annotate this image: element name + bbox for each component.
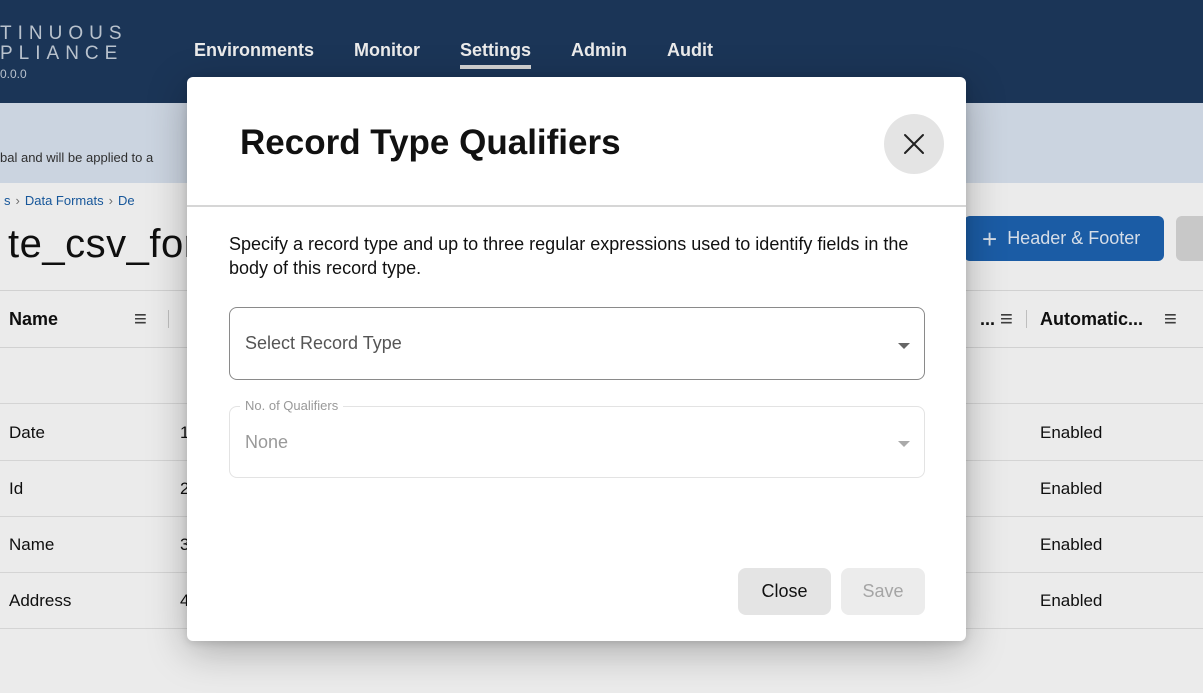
- record-type-select[interactable]: Select Record Type: [229, 307, 925, 380]
- close-icon: [904, 134, 924, 154]
- chevron-down-icon: [898, 343, 910, 349]
- record-type-qualifiers-dialog: Record Type Qualifiers Specify a record …: [187, 77, 966, 641]
- close-button[interactable]: Close: [738, 568, 831, 615]
- qualifiers-label: No. of Qualifiers: [240, 398, 344, 413]
- qualifiers-value: None: [245, 432, 289, 452]
- record-type-placeholder: Select Record Type: [245, 333, 402, 353]
- dialog-header: Record Type Qualifiers: [187, 77, 966, 207]
- close-dialog-button[interactable]: [884, 114, 944, 174]
- dialog-title: Record Type Qualifiers: [240, 123, 621, 162]
- dialog-description: Specify a record type and up to three re…: [229, 234, 909, 278]
- qualifiers-select[interactable]: No. of Qualifiers None: [229, 398, 925, 478]
- chevron-down-icon: [898, 441, 910, 447]
- save-button[interactable]: Save: [841, 568, 925, 615]
